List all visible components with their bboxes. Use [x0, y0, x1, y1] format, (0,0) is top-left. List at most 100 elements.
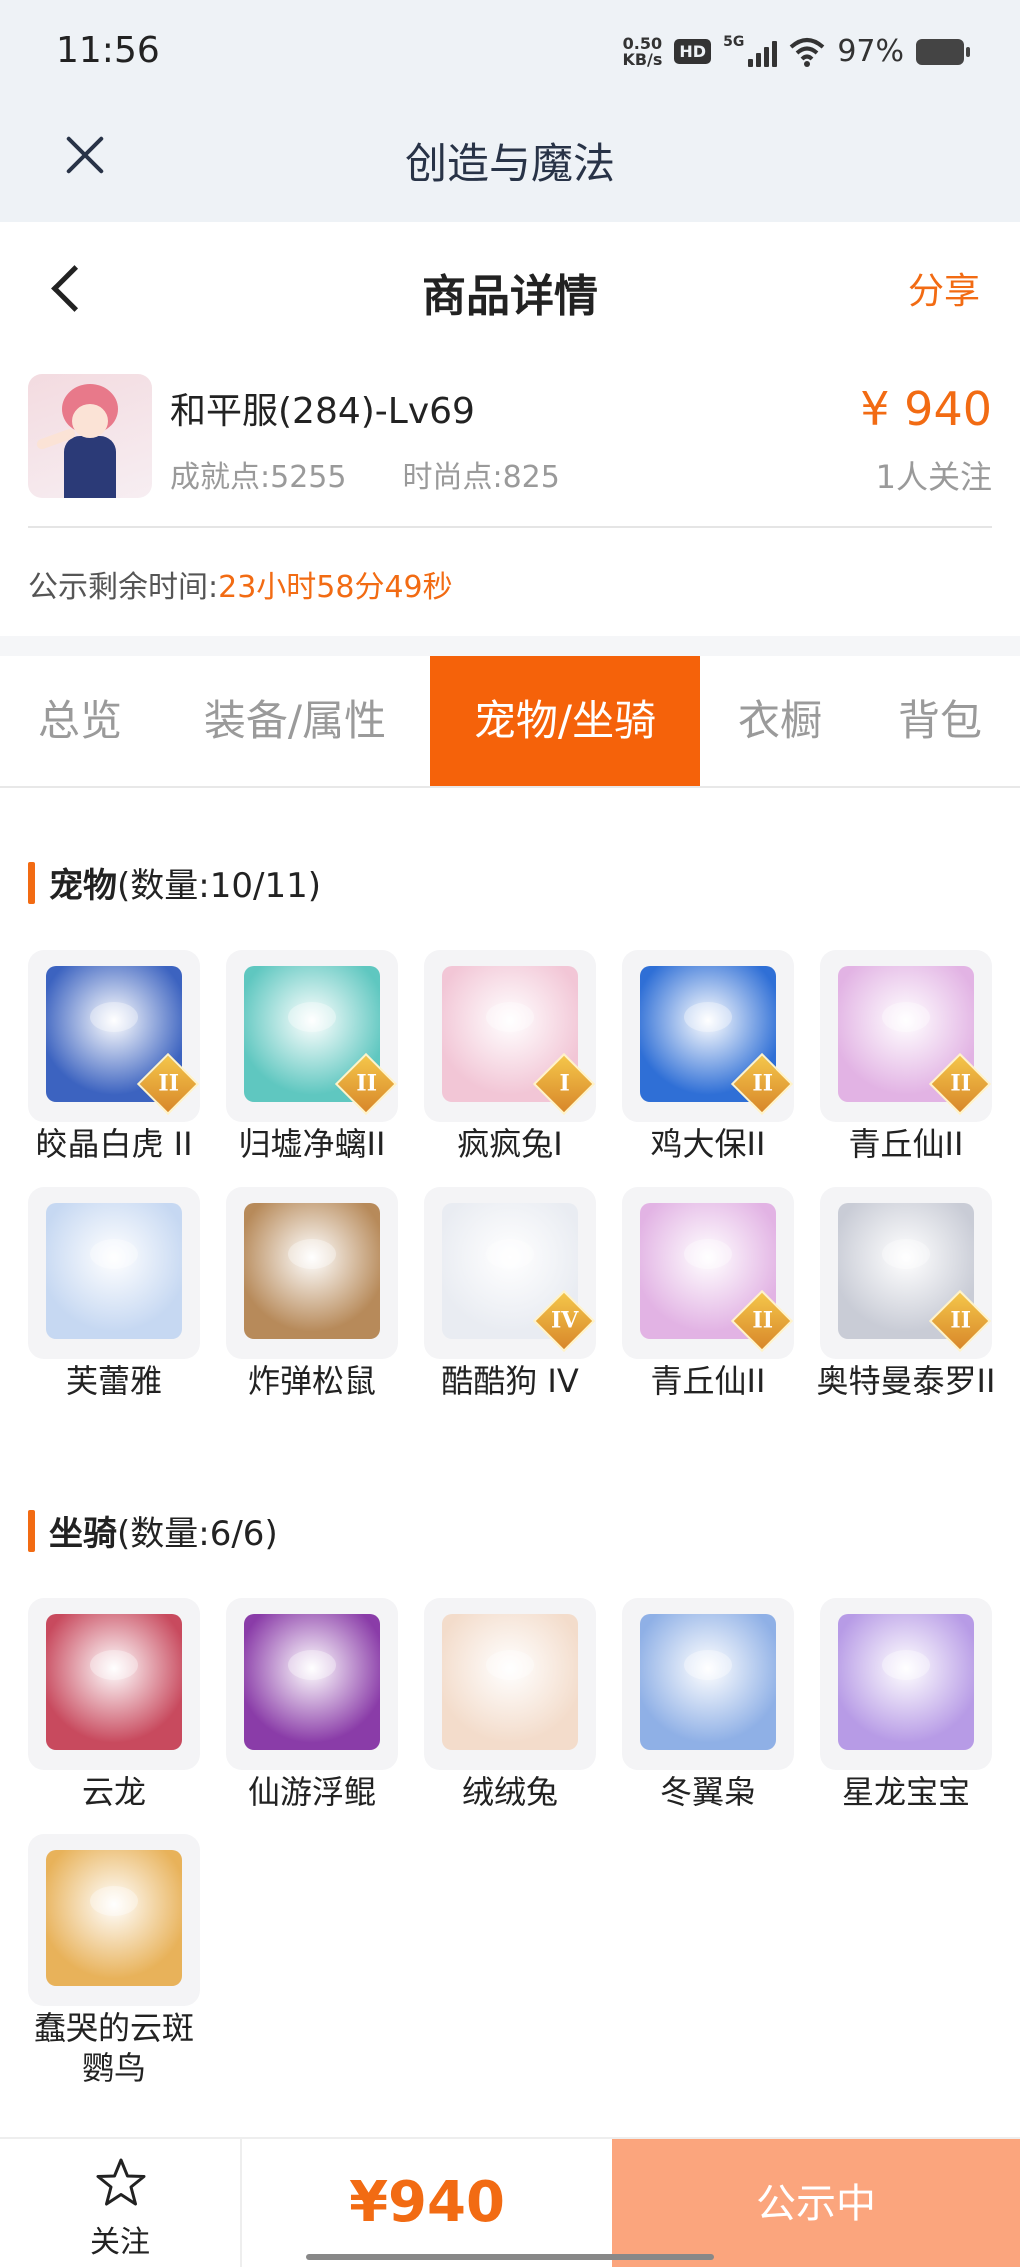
speed-unit: KB/s	[622, 49, 663, 69]
item-thumbnail	[28, 1598, 200, 1770]
tier-badge-label: II	[752, 1070, 774, 1097]
grid-item[interactable]: I 疯疯兔I	[424, 950, 596, 1164]
detail-tabs: 总览 装备/属性 宠物/坐骑 衣橱 背包	[0, 656, 1020, 788]
battery-percent: 97%	[837, 34, 904, 69]
tab-bag[interactable]: 背包	[870, 656, 1010, 786]
tier-badge-label: I	[559, 1070, 570, 1097]
tier-badge-label: II	[950, 1307, 972, 1334]
item-label: 星龙宝宝	[841, 1773, 970, 1811]
item-label: 疯疯兔I	[457, 1125, 563, 1163]
grid-item[interactable]: II 奥特曼泰罗II	[817, 1187, 995, 1401]
grid-item[interactable]: IV 酷酷狗 IV	[424, 1187, 596, 1401]
item-image	[46, 1614, 182, 1750]
item-image	[244, 1614, 380, 1750]
item-label: 奥特曼泰罗II	[816, 1362, 996, 1400]
status-bar: 11:56 0.50 KB/s HD 5G 97%	[0, 0, 1020, 110]
product-stats: 成就点:5255 时尚点:825	[170, 452, 560, 496]
share-button[interactable]: 分享	[908, 262, 980, 314]
grid-item[interactable]: II 青丘仙II	[820, 950, 992, 1164]
item-thumbnail	[820, 1598, 992, 1770]
grid-item[interactable]: 炸弹松鼠	[226, 1187, 398, 1401]
wifi-icon	[789, 37, 825, 67]
star-icon	[96, 2158, 146, 2206]
bottom-action-bar: 关注 ¥940 公示中	[0, 2137, 1020, 2267]
battery-icon	[916, 38, 970, 65]
publicity-status-button[interactable]: 公示中	[612, 2139, 1020, 2267]
item-label: 归墟净螭II	[238, 1125, 386, 1163]
mounts-section-title: 坐骑 (数量:6/6)	[28, 1506, 278, 1555]
item-thumbnail: II	[820, 1187, 992, 1359]
item-image	[244, 1203, 380, 1339]
grid-item[interactable]: II 青丘仙II	[622, 1187, 794, 1401]
item-thumbnail: II	[28, 950, 200, 1122]
page-header: 商品详情 分享	[0, 222, 1020, 352]
follow-button[interactable]: 关注	[0, 2139, 242, 2267]
item-label: 冬翼枭	[659, 1773, 756, 1811]
item-image	[442, 1614, 578, 1750]
item-label: 仙游浮鲲	[247, 1773, 376, 1811]
item-thumbnail	[28, 1187, 200, 1359]
page-title: 商品详情	[422, 271, 598, 322]
item-thumbnail: II	[622, 1187, 794, 1359]
tab-pets-mounts[interactable]: 宠物/坐骑	[430, 656, 700, 786]
grid-item[interactable]: 蠢哭的云斑鹦鸟	[28, 1834, 200, 2088]
tier-badge-label: II	[356, 1070, 378, 1097]
grid-item[interactable]: 芙蕾雅	[28, 1187, 200, 1401]
grid-item[interactable]: 冬翼枭	[622, 1598, 794, 1812]
item-thumbnail	[226, 1598, 398, 1770]
tier-badge-label: II	[158, 1070, 180, 1097]
item-thumbnail	[28, 1834, 200, 2006]
status-time: 11:56	[56, 30, 160, 71]
bottom-price: ¥940	[349, 2170, 505, 2235]
character-avatar	[28, 374, 152, 498]
grid-item[interactable]: 仙游浮鲲	[226, 1598, 398, 1812]
item-label: 蠢哭的云斑鹦鸟	[33, 2009, 194, 2087]
countdown-label: 公示剩余时间:	[28, 570, 219, 605]
mounts-title: 坐骑	[49, 1514, 117, 1554]
product-name: 和平服(284)-Lv69	[170, 391, 475, 432]
grid-item[interactable]: II 归墟净螭II	[226, 950, 398, 1164]
item-label: 青丘仙II	[650, 1362, 766, 1400]
item-image	[838, 1614, 974, 1750]
achievement-points: 成就点:5255	[170, 460, 347, 495]
countdown-value: 23小时58分49秒	[218, 570, 453, 605]
item-label: 皎晶白虎 II	[35, 1125, 193, 1163]
item-label: 酷酷狗 IV	[441, 1362, 579, 1400]
item-image	[46, 1203, 182, 1339]
item-thumbnail: I	[424, 950, 596, 1122]
tier-badge-label: II	[950, 1070, 972, 1097]
product-summary: 和平服(284)-Lv69 成就点:5255 时尚点:825 ¥ 940 1人关…	[28, 374, 992, 528]
item-thumbnail: II	[226, 950, 398, 1122]
follow-label: 关注	[90, 2225, 150, 2260]
network-type: 5G	[723, 34, 745, 50]
item-thumbnail: II	[820, 950, 992, 1122]
grid-item[interactable]: 云龙	[28, 1598, 200, 1812]
home-indicator	[306, 2254, 714, 2260]
pets-section-title: 宠物 (数量:10/11)	[28, 858, 321, 907]
item-label: 芙蕾雅	[65, 1362, 162, 1400]
item-image	[46, 1850, 182, 1986]
item-thumbnail	[622, 1598, 794, 1770]
item-label: 绒绒兔	[461, 1773, 558, 1811]
pets-count: (数量:10/11)	[117, 866, 321, 906]
publicity-countdown: 公示剩余时间:23小时58分49秒	[28, 562, 453, 606]
grid-item[interactable]: 星龙宝宝	[820, 1598, 992, 1812]
tab-wardrobe[interactable]: 衣橱	[710, 656, 850, 786]
item-thumbnail: IV	[424, 1187, 596, 1359]
tier-badge-label: IV	[551, 1307, 579, 1334]
grid-item[interactable]: II 皎晶白虎 II	[28, 950, 200, 1164]
product-price: ¥ 940	[860, 382, 992, 436]
item-image	[640, 1614, 776, 1750]
grid-item[interactable]: II 鸡大保II	[622, 950, 794, 1164]
fashion-points: 时尚点:825	[402, 460, 560, 495]
signal-icon	[748, 37, 778, 67]
tier-badge-label: II	[752, 1307, 774, 1334]
item-thumbnail: II	[622, 950, 794, 1122]
item-label: 炸弹松鼠	[247, 1362, 376, 1400]
tab-equipment[interactable]: 装备/属性	[170, 656, 420, 786]
grid-item[interactable]: 绒绒兔	[424, 1598, 596, 1812]
item-thumbnail	[226, 1187, 398, 1359]
tab-overview[interactable]: 总览	[0, 656, 160, 786]
item-label: 青丘仙II	[848, 1125, 964, 1163]
item-label: 云龙	[81, 1773, 146, 1811]
